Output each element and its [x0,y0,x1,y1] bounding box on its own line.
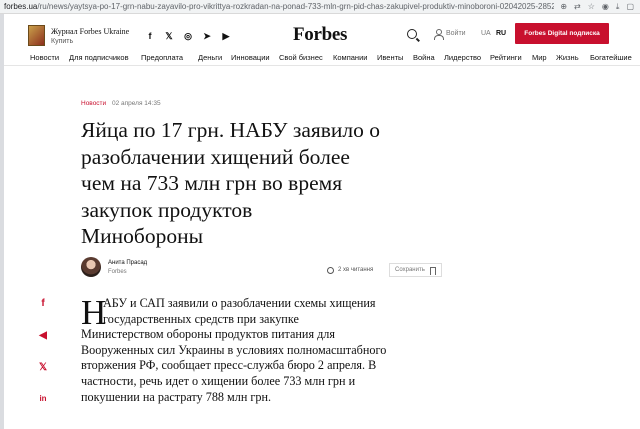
lead-line: Вооруженных сил Украины в условиях полно… [81,342,387,357]
subscribe-button[interactable]: Forbes Digital подписка [515,23,609,44]
headline-line: разоблачении хищений более [81,144,350,169]
nav-item[interactable]: Богатейшие [590,53,632,62]
save-button[interactable]: Сохранить [389,263,442,277]
url-field[interactable]: forbes.ua/ru/news/yaytsya-po-17-grn-nabu… [0,2,554,11]
article-date: 02 апреля 14:35 [112,100,161,107]
nav-item[interactable]: Мир [532,53,547,62]
lead-line: вторжения РФ, сообщает пресс-служба бюро… [81,358,377,373]
forbes-logo[interactable]: Forbes [293,24,347,46]
telegram-share-icon[interactable]: ◀ [37,330,49,341]
telegram-icon[interactable]: ➤ [202,31,212,42]
zoom-icon[interactable]: ⊕ [560,2,567,12]
save-label: Сохранить [395,267,425,273]
article-lead: АБУ и САП заявили о разоблачении схемы х… [81,296,441,405]
nav-item[interactable]: Компании [333,53,367,62]
extensions-icon[interactable]: ▢ [626,2,634,12]
magazine-title[interactable]: Журнал Forbes Ukraine [51,27,129,36]
lead-line: частности, речь идет о хищении более 733… [81,373,356,388]
lead-line: АБУ и САП заявили о разоблачении схемы х… [103,296,376,310]
nav-item[interactable]: Лидерство [444,53,481,62]
browser-address-bar: forbes.ua/ru/news/yaytsya-po-17-grn-nabu… [0,0,640,14]
window-edge [0,14,4,429]
browser-toolbar: ⊕ ⇄ ☆ ◉ ⤓ ▢ [554,1,640,12]
nav-item[interactable]: Деньги [198,53,222,62]
nav-item[interactable]: Инновации [231,53,270,62]
nav-item[interactable]: Для подписчиков [69,53,129,62]
user-icon[interactable] [434,29,444,40]
headline-line: Минобороны [81,224,204,249]
lead-line: государственных средств при закупке [103,311,299,326]
author-org: Forbes [108,269,127,275]
nav-item[interactable]: Рейтинги [490,53,522,62]
lang-ua[interactable]: UA [481,30,491,37]
nav-item[interactable]: Предоплата [141,53,183,62]
twitter-share-icon[interactable]: 𝕏 [37,362,49,373]
headline-line: чем на 733 млн грн во время [81,171,343,196]
article-category[interactable]: Новости [81,100,106,107]
url-path: /ru/news/yaytsya-po-17-grn-nabu-zayavilo… [37,2,555,11]
lead-line: Министерством обороны продуктов питания … [81,327,335,342]
nav-item[interactable]: Война [413,53,435,62]
article-headline: Яйца по 17 грн. НАБУ заявило о разоблаче… [81,117,501,250]
camera-icon[interactable]: ◉ [602,2,609,12]
author-avatar[interactable] [81,257,101,277]
author-name[interactable]: Анита Прасад [108,260,147,266]
nav-item[interactable]: Ивенты [377,53,403,62]
facebook-share-icon[interactable]: f [37,298,49,309]
login-link[interactable]: Войти [446,30,466,37]
headline-line: Яйца по 17 грн. НАБУ заявило о [81,118,381,142]
headline-line: закупок продуктов [81,197,253,222]
read-time: 2 хв читання [338,267,374,273]
search-icon[interactable] [407,29,417,39]
nav-item[interactable]: Свой бизнес [279,53,323,62]
url-host: forbes.ua [4,2,38,11]
twitter-icon[interactable]: 𝕏 [164,31,174,42]
download-icon[interactable]: ⤓ [616,2,620,12]
nav-item[interactable]: Жизнь [556,53,579,62]
clock-icon [327,267,334,274]
youtube-icon[interactable]: ▶ [221,31,231,42]
magazine-buy-link[interactable]: Купить [51,38,73,45]
social-links: f 𝕏 ◎ ➤ ▶ [145,31,231,42]
facebook-icon[interactable]: f [145,31,155,42]
nav-item[interactable]: Новости [30,53,59,62]
lang-ru[interactable]: RU [496,30,506,37]
linkedin-share-icon[interactable]: in [37,394,49,403]
star-icon[interactable]: ☆ [588,2,595,12]
translate-icon[interactable]: ⇄ [574,2,581,12]
lead-line: покушении на растрату 788 млн грн. [81,389,272,404]
bookmark-icon [430,267,436,275]
main-nav: Новости Для подписчиков Предоплата Деньги Ин… [4,52,640,66]
instagram-icon[interactable]: ◎ [183,31,193,42]
magazine-cover-icon[interactable] [28,25,45,46]
